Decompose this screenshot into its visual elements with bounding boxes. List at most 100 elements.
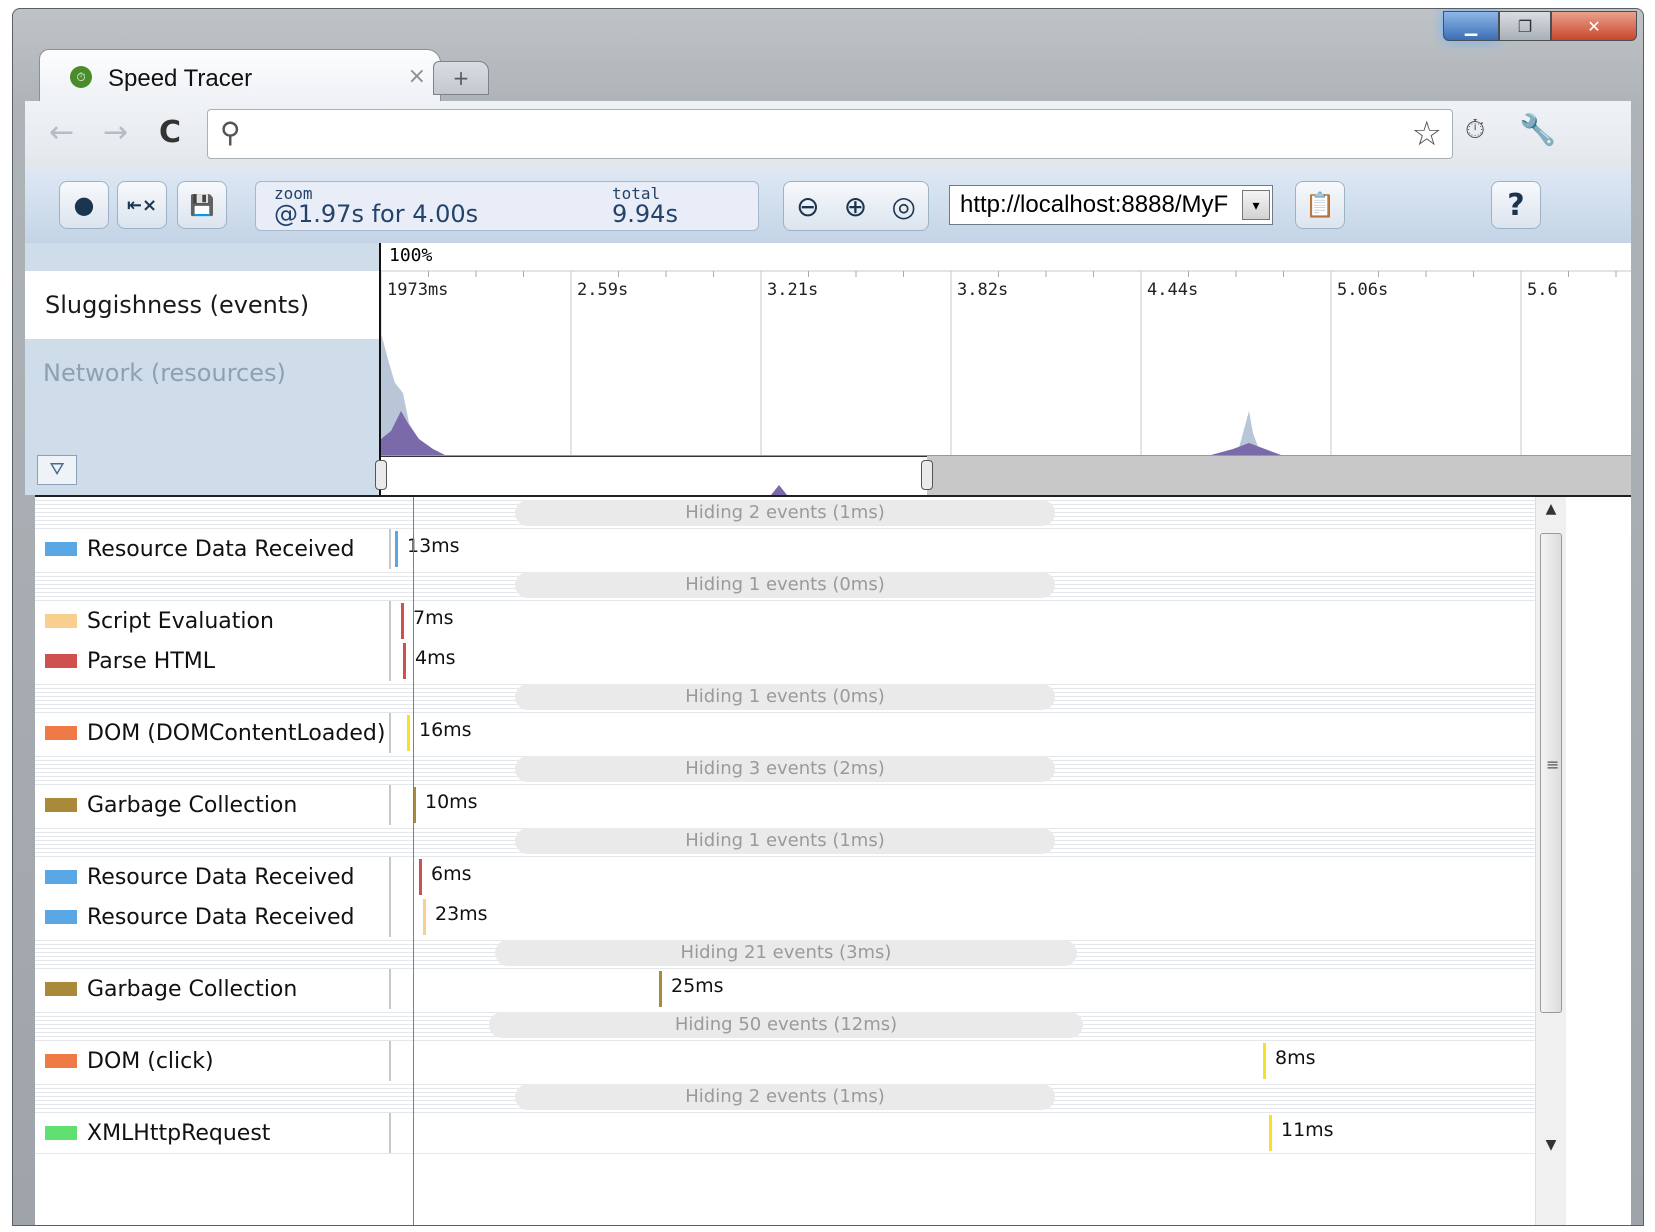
event-duration-bar — [419, 859, 422, 895]
hidden-events-label: Hiding 21 events (3ms) — [495, 940, 1077, 966]
report-button[interactable]: 📋 — [1295, 181, 1345, 229]
event-label: Resource Data Received — [87, 865, 355, 890]
report-icon: 📋 — [1305, 191, 1335, 219]
event-row[interactable]: Resource Data Received 23ms — [35, 897, 1535, 938]
close-window-button[interactable]: ✕ — [1551, 11, 1637, 41]
scroll-up-icon[interactable]: ▲ — [1536, 501, 1566, 517]
browser-toolbar: ← → C ⚲ ☆ ⏱ 🔧 — [25, 101, 1631, 170]
selection-left-handle[interactable] — [375, 460, 387, 490]
zoom-in-icon[interactable]: ⊕ — [844, 190, 867, 223]
event-color-swatch — [45, 614, 77, 628]
event-duration: 7ms — [413, 607, 454, 629]
tick-label: 5.06s — [1337, 280, 1388, 300]
scroll-down-icon[interactable]: ▼ — [1536, 1137, 1566, 1153]
selection-window[interactable] — [381, 456, 927, 496]
reload-icon[interactable]: C — [159, 113, 181, 153]
wrench-icon[interactable]: 🔧 — [1519, 113, 1556, 148]
event-row[interactable]: Resource Data Received 13ms — [35, 529, 1535, 570]
event-row[interactable]: Garbage Collection 25ms — [35, 969, 1535, 1010]
event-detail-panel: Hiding 2 events (1ms) Resource Data Recei… — [35, 495, 1631, 1225]
hidden-events-group[interactable]: Hiding 50 events (12ms) — [35, 1009, 1535, 1041]
event-label: Garbage Collection — [87, 977, 298, 1002]
event-row[interactable]: DOM (click) 8ms — [35, 1041, 1535, 1082]
tab-title: Speed Tracer — [108, 65, 253, 92]
event-duration-bar — [401, 603, 404, 639]
hidden-events-group[interactable]: Hiding 3 events (2ms) — [35, 753, 1535, 785]
row-divider — [389, 713, 391, 753]
track-sluggishness[interactable]: Sluggishness (events) — [25, 271, 379, 339]
hidden-events-group[interactable]: Hiding 1 events (1ms) — [35, 825, 1535, 857]
event-duration: 25ms — [671, 975, 724, 997]
event-row[interactable]: XMLHttpRequest 11ms — [35, 1113, 1535, 1154]
event-duration: 6ms — [431, 863, 472, 885]
event-row[interactable]: Garbage Collection 10ms — [35, 785, 1535, 826]
event-duration-bar — [403, 643, 406, 679]
hidden-events-group[interactable]: Hiding 2 events (1ms) — [35, 497, 1535, 529]
vertical-scrollbar[interactable]: ▲ ≡ ▼ — [1535, 497, 1566, 1225]
tab-close-icon[interactable]: × — [408, 64, 426, 89]
hidden-events-group[interactable]: Hiding 1 events (0ms) — [35, 681, 1535, 713]
overview-svg: 1973ms 2.59s 3.21s 3.82s 4.44s 5.06s 5.6 — [381, 270, 1631, 455]
selection-right-handle[interactable] — [921, 460, 933, 490]
chevron-down-icon[interactable]: ▾ — [1242, 190, 1270, 220]
row-divider — [389, 1041, 391, 1081]
row-divider — [389, 529, 391, 569]
event-color-swatch — [45, 654, 77, 668]
clear-icon: ⇤× — [126, 194, 158, 216]
maximize-button[interactable]: ❐ — [1499, 11, 1551, 41]
help-button[interactable]: ? — [1491, 181, 1541, 229]
event-row[interactable]: Parse HTML 4ms — [35, 641, 1535, 682]
browser-tab[interactable]: ⏱ Speed Tracer × — [39, 49, 441, 101]
scroll-grip-icon: ≡ — [1546, 755, 1560, 774]
window-controls: ▁ ❐ ✕ — [1443, 11, 1637, 41]
bookmark-star-icon[interactable]: ☆ — [1412, 114, 1442, 154]
event-rows: Hiding 2 events (1ms) Resource Data Recei… — [35, 497, 1535, 1225]
page-url-select[interactable]: http://localhost:8888/MyF ▾ — [949, 185, 1273, 225]
minimize-button[interactable]: ▁ — [1443, 11, 1499, 41]
zoom-fit-icon[interactable]: ◎ — [891, 190, 915, 223]
forward-icon[interactable]: → — [103, 113, 128, 153]
save-icon: 💾 — [189, 193, 215, 217]
row-divider — [389, 897, 391, 937]
event-duration-bar — [1263, 1043, 1266, 1079]
selection-bar[interactable] — [375, 455, 1631, 496]
event-color-swatch — [45, 1054, 77, 1068]
back-icon[interactable]: ← — [49, 113, 74, 153]
event-row[interactable]: Script Evaluation 7ms — [35, 601, 1535, 642]
record-button[interactable]: ● — [59, 181, 109, 229]
tick-label: 2.59s — [577, 280, 628, 300]
event-color-swatch — [45, 982, 77, 996]
event-color-swatch — [45, 798, 77, 812]
event-label: Parse HTML — [87, 649, 216, 674]
clear-button[interactable]: ⇤× — [117, 181, 167, 229]
event-row[interactable]: DOM (DOMContentLoaded) 16ms — [35, 713, 1535, 754]
speed-tracer-extension-icon[interactable]: ⏱ — [1465, 115, 1485, 146]
event-duration-bar — [423, 899, 426, 935]
filter-icon[interactable]: ⛛ — [37, 455, 77, 485]
zoom-info-panel: zoom @1.97s for 4.00s total 9.94s — [255, 181, 759, 231]
hidden-events-label: Hiding 2 events (1ms) — [515, 1084, 1055, 1110]
hidden-events-label: Hiding 2 events (1ms) — [515, 500, 1055, 526]
event-label: Garbage Collection — [87, 793, 298, 818]
hidden-events-label: Hiding 3 events (2ms) — [515, 756, 1055, 782]
event-color-swatch — [45, 1126, 77, 1140]
hidden-events-group[interactable]: Hiding 1 events (0ms) — [35, 569, 1535, 601]
help-icon: ? — [1507, 187, 1525, 223]
row-divider — [389, 969, 391, 1009]
address-input[interactable] — [262, 118, 1392, 152]
save-button[interactable]: 💾 — [177, 181, 227, 229]
event-row[interactable]: Resource Data Received 6ms — [35, 857, 1535, 898]
row-divider — [389, 1113, 391, 1153]
address-bar[interactable]: ⚲ ☆ — [207, 109, 1453, 159]
hidden-events-group[interactable]: Hiding 21 events (3ms) — [35, 937, 1535, 969]
row-divider — [389, 641, 391, 681]
track-network[interactable]: Network (resources) — [25, 339, 379, 407]
hidden-events-group[interactable]: Hiding 2 events (1ms) — [35, 1081, 1535, 1113]
zoom-out-icon[interactable]: ⊖ — [796, 190, 819, 223]
new-tab-button[interactable]: + — [433, 61, 489, 95]
event-color-swatch — [45, 726, 77, 740]
record-icon: ● — [73, 191, 95, 219]
total-value: 9.94s — [612, 200, 678, 228]
overview-graph[interactable]: 1973ms 2.59s 3.21s 3.82s 4.44s 5.06s 5.6 100% — [375, 243, 1631, 496]
event-label: DOM (DOMContentLoaded) — [87, 721, 386, 746]
